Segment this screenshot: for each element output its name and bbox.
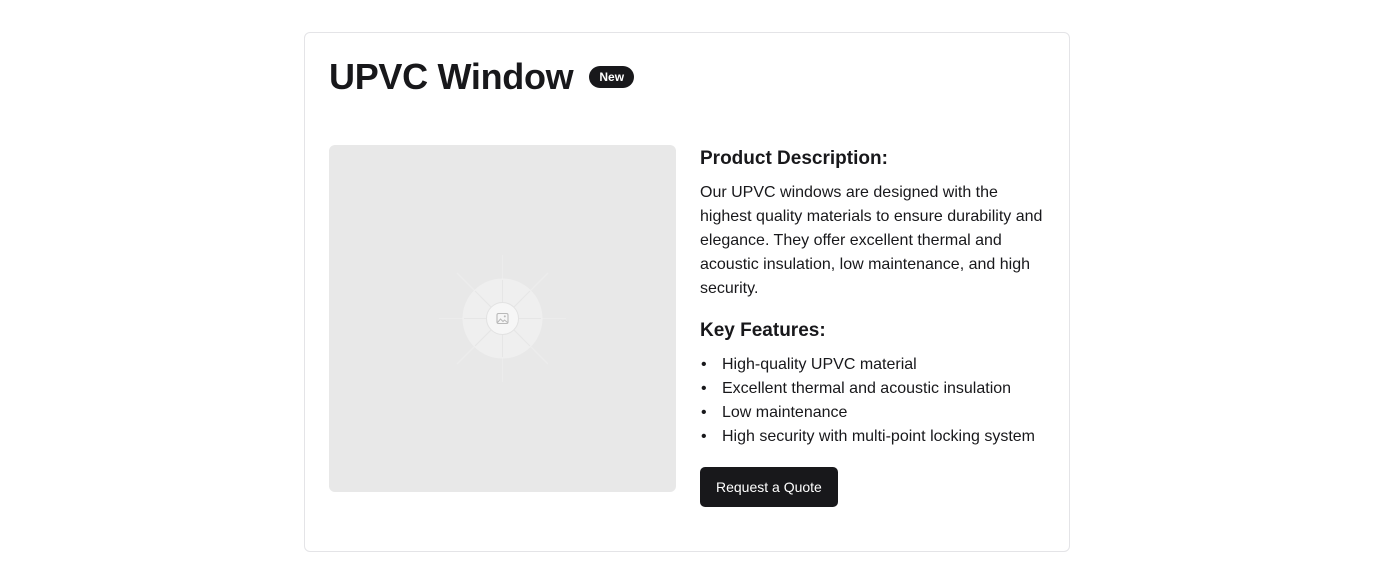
request-quote-button[interactable]: Request a Quote	[700, 467, 838, 507]
product-card: UPVC Window New Product Description: Our…	[304, 32, 1070, 552]
description-heading: Product Description:	[700, 148, 888, 169]
list-item: • High security with multi-point locking …	[701, 428, 1035, 445]
description-text: Our UPVC windows are designed with the h…	[700, 184, 1043, 297]
features-heading: Key Features:	[700, 320, 826, 341]
product-details: Product Description: Our UPVC windows ar…	[700, 147, 1045, 507]
image-placeholder-icon	[439, 255, 566, 382]
card-header: UPVC Window New	[329, 55, 635, 99]
list-item: • Low maintenance	[701, 404, 848, 421]
features-list: • High-quality UPVC material • Excellent t…	[700, 353, 1045, 449]
product-image	[329, 145, 676, 492]
list-item: • Excellent thermal and acoustic insulati…	[701, 380, 1012, 397]
new-badge: New	[589, 66, 635, 88]
product-title: UPVC Window	[329, 56, 574, 97]
list-item: • High-quality UPVC material	[701, 356, 917, 373]
